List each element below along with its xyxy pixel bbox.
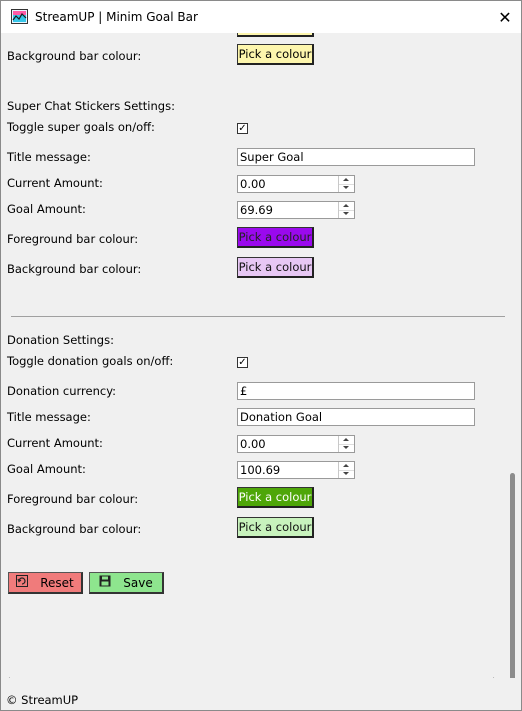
super-current-label: Current Amount: [7, 176, 103, 190]
spin-down-icon[interactable] [339, 444, 354, 452]
super-bg-pick-button[interactable]: Pick a colour [237, 257, 314, 278]
super-current-value: 0.00 [240, 177, 266, 191]
spin-arrows [338, 176, 354, 192]
donation-goal-label: Goal Amount: [7, 462, 86, 476]
spin-down-icon[interactable] [339, 210, 354, 218]
scroll-left-icon[interactable] [5, 677, 10, 678]
pick-colour-button-top-partial[interactable] [237, 33, 314, 37]
super-toggle-checkbox[interactable]: ✓ [237, 123, 248, 134]
donation-bg-label: Background bar colour: [7, 522, 142, 536]
window-title: StreamUP | Minim Goal Bar [35, 10, 198, 24]
spin-down-icon[interactable] [339, 184, 354, 192]
super-fg-label: Foreground bar colour: [7, 232, 139, 246]
reset-label: Reset [40, 575, 74, 590]
donation-currency-label: Donation currency: [7, 384, 117, 398]
settings-panel[interactable]: Background bar colour: Pick a colour Sup… [1, 33, 521, 678]
super-current-stepper[interactable]: 0.00 [237, 175, 355, 193]
check-icon: ✓ [238, 357, 247, 368]
top-background-bar-label: Background bar colour: [7, 49, 142, 63]
reset-icon [16, 575, 29, 590]
donation-toggle-label: Toggle donation goals on/off: [7, 354, 174, 368]
spin-down-icon[interactable] [339, 470, 354, 478]
super-title-label: Title message: [7, 150, 91, 164]
section-divider [11, 316, 505, 317]
title-bar[interactable]: StreamUP | Minim Goal Bar ✕ [1, 1, 521, 33]
spin-arrows [338, 436, 354, 452]
super-goal-value: 69.69 [240, 203, 273, 217]
super-fg-pick-button[interactable]: Pick a colour [237, 227, 314, 248]
save-button[interactable]: Save [89, 572, 164, 594]
check-icon: ✓ [238, 123, 247, 134]
vertical-scrollbar[interactable] [510, 473, 515, 678]
save-label: Save [123, 575, 153, 590]
app-window: StreamUP | Minim Goal Bar ✕ Background b… [0, 0, 522, 711]
donation-bg-pick-button[interactable]: Pick a colour [237, 517, 314, 538]
close-icon[interactable]: ✕ [489, 1, 521, 33]
app-icon [11, 9, 28, 24]
donation-current-value: 0.00 [240, 437, 266, 451]
super-chat-heading: Super Chat Stickers Settings: [7, 99, 175, 113]
donation-fg-label: Foreground bar colour: [7, 492, 139, 506]
super-goal-label: Goal Amount: [7, 202, 86, 216]
super-bg-label: Background bar colour: [7, 262, 142, 276]
save-icon [99, 575, 111, 590]
super-goal-stepper[interactable]: 69.69 [237, 201, 355, 219]
donation-current-stepper[interactable]: 0.00 [237, 435, 355, 453]
donation-currency-input[interactable]: £ [237, 382, 475, 400]
donation-heading: Donation Settings: [7, 333, 114, 347]
spin-arrows [338, 462, 354, 478]
donation-goal-stepper[interactable]: 100.69 [237, 461, 355, 479]
super-title-input[interactable]: Super Goal [237, 148, 475, 166]
donation-current-label: Current Amount: [7, 436, 103, 450]
donation-title-label: Title message: [7, 410, 91, 424]
donation-fg-pick-button[interactable]: Pick a colour [237, 487, 314, 508]
donation-goal-value: 100.69 [240, 463, 281, 477]
copyright-footer: © StreamUP [6, 693, 79, 707]
reset-button[interactable]: Reset [8, 572, 83, 594]
donation-toggle-checkbox[interactable]: ✓ [237, 357, 248, 368]
horizontal-scrollbar[interactable] [1, 674, 507, 678]
donation-title-input[interactable]: Donation Goal [237, 408, 475, 426]
spin-arrows [338, 202, 354, 218]
top-background-bar-pick-button[interactable]: Pick a colour [237, 44, 314, 65]
super-toggle-label: Toggle super goals on/off: [7, 120, 155, 134]
scroll-right-icon[interactable] [493, 677, 498, 678]
